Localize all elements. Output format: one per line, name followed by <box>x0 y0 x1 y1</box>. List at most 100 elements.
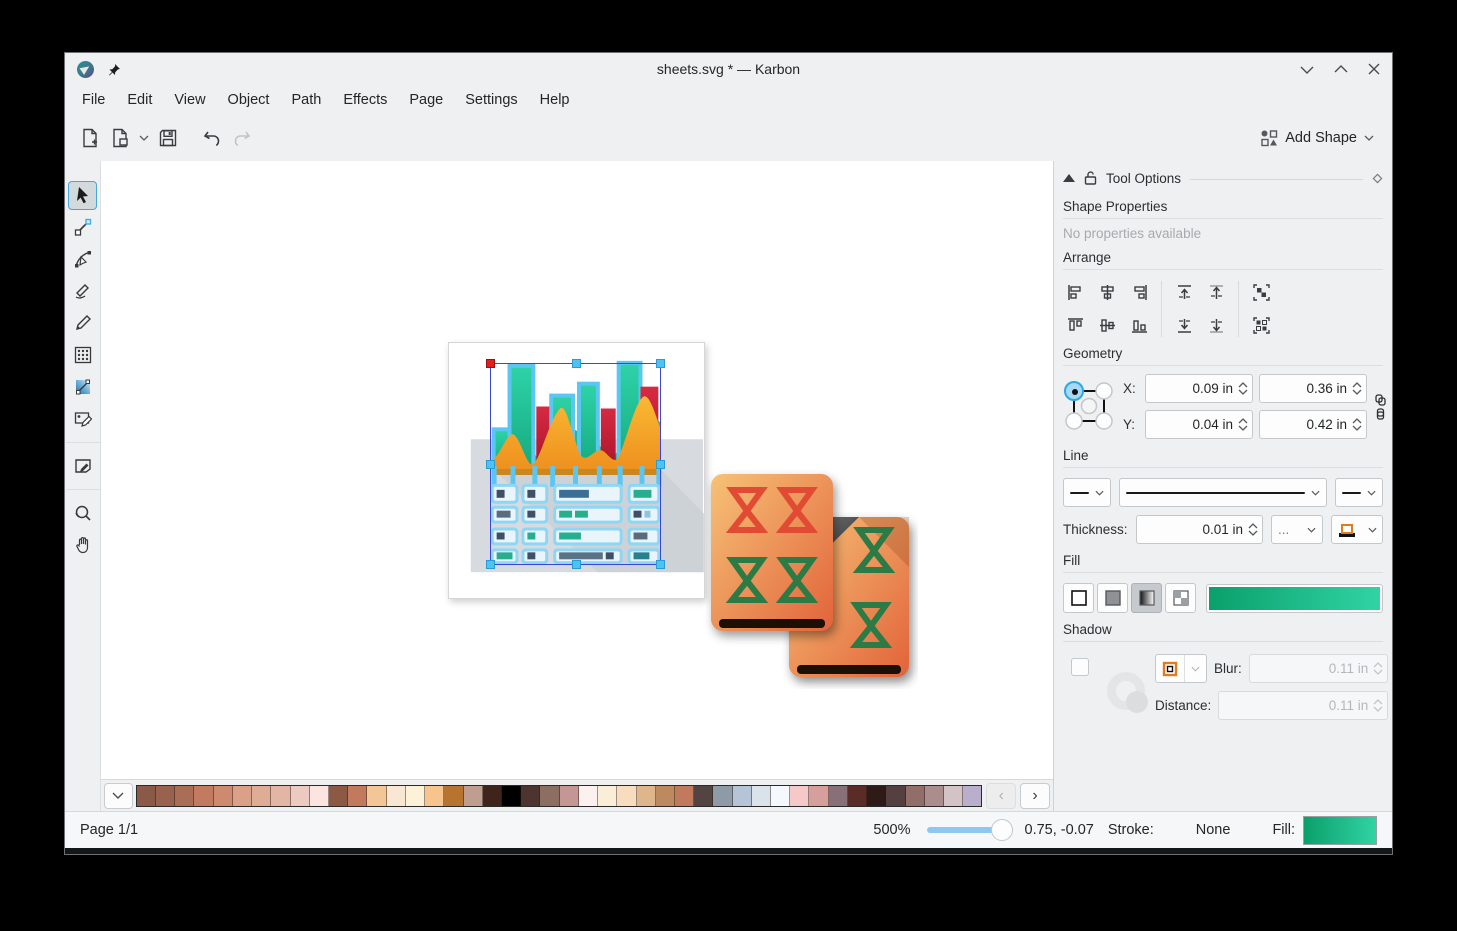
new-document-icon[interactable] <box>75 123 105 153</box>
pattern-icon[interactable] <box>68 341 97 370</box>
palette-swatch[interactable] <box>675 786 694 806</box>
undo-icon[interactable] <box>197 123 227 153</box>
chain-link-icon[interactable] <box>1375 394 1386 406</box>
maximize-icon[interactable] <box>1334 65 1348 74</box>
group-icon[interactable] <box>1249 280 1273 304</box>
menu-effects[interactable]: Effects <box>332 88 398 112</box>
palette-swatch[interactable] <box>790 786 809 806</box>
bezier-pen-icon[interactable] <box>68 245 97 274</box>
pan-hand-icon[interactable] <box>68 531 97 560</box>
anchor-position-widget[interactable] <box>1063 379 1115 435</box>
menu-object[interactable]: Object <box>217 88 281 112</box>
palette-swatch[interactable] <box>886 786 905 806</box>
menu-settings[interactable]: Settings <box>454 88 528 112</box>
align-left-icon[interactable] <box>1063 280 1087 304</box>
menu-file[interactable]: File <box>71 88 116 112</box>
menu-help[interactable]: Help <box>529 88 581 112</box>
palette-swatch[interactable] <box>194 786 213 806</box>
zoom-percent[interactable]: 500% <box>873 822 910 838</box>
palette-swatch[interactable] <box>694 786 713 806</box>
palette-swatch[interactable] <box>291 786 310 806</box>
menu-edit[interactable]: Edit <box>116 88 163 112</box>
line-end-marker-combo[interactable] <box>1335 478 1383 507</box>
palette-swatch[interactable] <box>137 786 156 806</box>
minimize-icon[interactable] <box>1300 65 1314 74</box>
line-start-marker-combo[interactable] <box>1063 478 1111 507</box>
x-spinbox[interactable]: 0.09 in <box>1145 374 1253 403</box>
raise-icon[interactable] <box>1204 280 1228 304</box>
selection-handle-bottom-center[interactable] <box>572 560 581 569</box>
align-right-icon[interactable] <box>1127 280 1151 304</box>
lower-to-bottom-icon[interactable] <box>1172 313 1196 337</box>
open-dropdown-chevron-icon[interactable] <box>135 123 153 153</box>
palette-swatch[interactable] <box>925 786 944 806</box>
shadow-angle-widget[interactable] <box>1107 672 1145 710</box>
selection-handle-bottom-left[interactable] <box>486 560 495 569</box>
titlebar[interactable]: sheets.svg * — Karbon <box>65 53 1392 85</box>
palette-swatch[interactable] <box>502 786 521 806</box>
collapse-arrow-icon[interactable] <box>1063 174 1075 182</box>
palette-swatch[interactable] <box>214 786 233 806</box>
palette-swatch[interactable] <box>483 786 502 806</box>
palette-swatch[interactable] <box>906 786 925 806</box>
pattern-edit-icon[interactable] <box>68 405 97 434</box>
fill-gradient-icon[interactable] <box>1131 583 1162 613</box>
palette-scroll-right-button[interactable]: › <box>1020 783 1050 809</box>
palette-swatch[interactable] <box>156 786 175 806</box>
line-join-combo[interactable]: ... <box>1271 515 1323 544</box>
menu-path[interactable]: Path <box>280 88 332 112</box>
palette-swatch[interactable] <box>579 786 598 806</box>
open-document-icon[interactable] <box>105 123 135 153</box>
palette-swatch[interactable] <box>271 786 290 806</box>
thickness-spinbox[interactable]: 0.01 in <box>1136 515 1263 544</box>
palette-swatch[interactable] <box>329 786 348 806</box>
selection-handle-top-center[interactable] <box>572 359 581 368</box>
palette-swatch[interactable] <box>848 786 867 806</box>
align-top-icon[interactable] <box>1063 313 1087 337</box>
add-shape-button[interactable]: Add Shape <box>1253 126 1382 151</box>
selection-handle-top-left[interactable] <box>486 359 495 368</box>
canvas[interactable] <box>101 161 1053 779</box>
chain-link-icon[interactable] <box>1375 408 1386 420</box>
palette-swatch[interactable] <box>809 786 828 806</box>
height-spinbox[interactable]: 0.42 in <box>1259 410 1367 439</box>
palette-swatch[interactable] <box>521 786 540 806</box>
selection-handle-middle-right[interactable] <box>656 460 665 469</box>
palette-swatch[interactable] <box>752 786 771 806</box>
fill-none-icon[interactable] <box>1063 583 1094 613</box>
zoom-icon[interactable] <box>68 499 97 528</box>
palette-swatch[interactable] <box>656 786 675 806</box>
shadow-enable-checkbox[interactable] <box>1071 658 1089 676</box>
float-diamond-icon[interactable] <box>1372 173 1383 184</box>
palette-swatch[interactable] <box>387 786 406 806</box>
calligraphy-icon[interactable] <box>68 277 97 306</box>
pencil-icon[interactable] <box>68 309 97 338</box>
ungroup-icon[interactable] <box>1249 313 1273 337</box>
lower-icon[interactable] <box>1204 313 1228 337</box>
gradient-preview[interactable] <box>1206 584 1383 613</box>
palette-swatch[interactable] <box>598 786 617 806</box>
align-bottom-icon[interactable] <box>1127 313 1151 337</box>
unlock-icon[interactable] <box>1084 171 1097 185</box>
gradient-icon[interactable] <box>68 373 97 402</box>
palette-swatch[interactable] <box>963 786 981 806</box>
palette-swatch[interactable] <box>867 786 886 806</box>
save-icon[interactable] <box>153 123 183 153</box>
selection-handle-bottom-right[interactable] <box>656 560 665 569</box>
palette-swatch[interactable] <box>464 786 483 806</box>
palette-swatch[interactable] <box>733 786 752 806</box>
zoom-slider[interactable] <box>927 819 1013 841</box>
shadow-color-button[interactable] <box>1155 654 1207 683</box>
shadow-angle-handle[interactable] <box>1126 691 1148 713</box>
palette-swatch[interactable] <box>540 786 559 806</box>
shape-edit-icon[interactable] <box>68 452 97 481</box>
selection-handle-middle-left[interactable] <box>486 460 495 469</box>
raise-to-top-icon[interactable] <box>1172 280 1196 304</box>
palette-swatch[interactable] <box>713 786 732 806</box>
menu-view[interactable]: View <box>163 88 216 112</box>
palette-swatch[interactable] <box>637 786 656 806</box>
select-arrow-icon[interactable] <box>68 181 97 210</box>
fill-solid-icon[interactable] <box>1097 583 1128 613</box>
palette-swatch[interactable] <box>829 786 848 806</box>
cap-style-button[interactable] <box>1331 515 1383 544</box>
